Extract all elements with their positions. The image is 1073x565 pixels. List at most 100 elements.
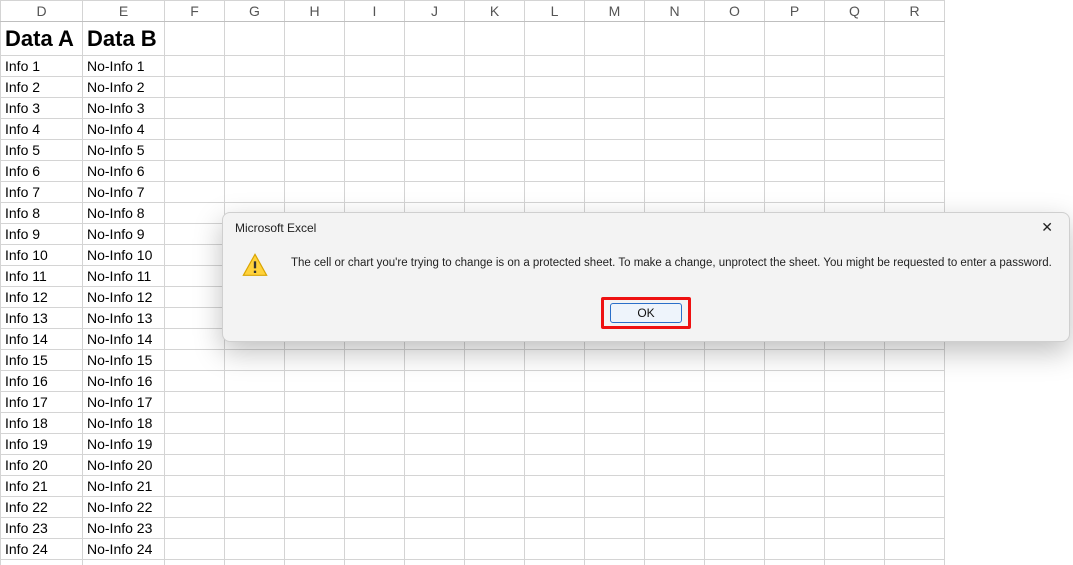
cell[interactable]: [705, 413, 765, 434]
cell[interactable]: [885, 350, 945, 371]
cell[interactable]: [405, 140, 465, 161]
col-header-p[interactable]: P: [765, 1, 825, 22]
cell[interactable]: [885, 518, 945, 539]
cell[interactable]: [285, 22, 345, 56]
cell[interactable]: [345, 413, 405, 434]
cell[interactable]: Info 25: [1, 560, 83, 565]
col-header-k[interactable]: K: [465, 1, 525, 22]
cell[interactable]: [345, 497, 405, 518]
cell[interactable]: No-Info 16: [83, 371, 165, 392]
cell[interactable]: [465, 22, 525, 56]
cell[interactable]: [645, 455, 705, 476]
cell[interactable]: [285, 539, 345, 560]
cell[interactable]: [285, 518, 345, 539]
cell[interactable]: [525, 560, 585, 565]
cell[interactable]: Info 12: [1, 287, 83, 308]
cell[interactable]: [285, 371, 345, 392]
cell[interactable]: [405, 182, 465, 203]
cell[interactable]: [705, 119, 765, 140]
cell[interactable]: [285, 413, 345, 434]
cell[interactable]: [645, 119, 705, 140]
cell[interactable]: [465, 350, 525, 371]
cell[interactable]: [525, 455, 585, 476]
cell[interactable]: [405, 56, 465, 77]
cell[interactable]: [405, 77, 465, 98]
cell[interactable]: [165, 371, 225, 392]
cell[interactable]: [225, 77, 285, 98]
cell[interactable]: [525, 518, 585, 539]
cell[interactable]: No-Info 17: [83, 392, 165, 413]
cell[interactable]: [705, 140, 765, 161]
cell[interactable]: [285, 161, 345, 182]
cell[interactable]: [645, 22, 705, 56]
cell[interactable]: [585, 518, 645, 539]
cell[interactable]: No-Info 8: [83, 203, 165, 224]
cell[interactable]: [825, 350, 885, 371]
cell[interactable]: [165, 224, 225, 245]
cell[interactable]: [225, 434, 285, 455]
cell[interactable]: [525, 161, 585, 182]
cell[interactable]: [465, 56, 525, 77]
cell[interactable]: [585, 22, 645, 56]
cell[interactable]: Info 3: [1, 98, 83, 119]
cell[interactable]: [645, 539, 705, 560]
cell[interactable]: [825, 77, 885, 98]
cell[interactable]: [585, 119, 645, 140]
cell[interactable]: [705, 98, 765, 119]
cell[interactable]: [165, 518, 225, 539]
cell[interactable]: No-Info 25: [83, 560, 165, 565]
col-header-j[interactable]: J: [405, 1, 465, 22]
cell[interactable]: [765, 434, 825, 455]
cell[interactable]: [525, 77, 585, 98]
cell[interactable]: [825, 182, 885, 203]
cell[interactable]: [765, 392, 825, 413]
cell[interactable]: [345, 140, 405, 161]
cell[interactable]: [765, 22, 825, 56]
cell[interactable]: [165, 119, 225, 140]
cell[interactable]: [285, 455, 345, 476]
cell[interactable]: No-Info 2: [83, 77, 165, 98]
cell[interactable]: [225, 182, 285, 203]
cell[interactable]: [585, 455, 645, 476]
cell[interactable]: [405, 434, 465, 455]
col-header-m[interactable]: M: [585, 1, 645, 22]
cell[interactable]: [765, 539, 825, 560]
cell[interactable]: [885, 539, 945, 560]
cell[interactable]: [345, 182, 405, 203]
cell[interactable]: [885, 434, 945, 455]
cell[interactable]: [825, 413, 885, 434]
col-header-f[interactable]: F: [165, 1, 225, 22]
cell[interactable]: [585, 539, 645, 560]
cell[interactable]: [225, 413, 285, 434]
cell[interactable]: Info 6: [1, 161, 83, 182]
cell[interactable]: [165, 266, 225, 287]
cell[interactable]: [645, 434, 705, 455]
cell[interactable]: [405, 560, 465, 565]
cell[interactable]: [885, 476, 945, 497]
col-header-g[interactable]: G: [225, 1, 285, 22]
cell[interactable]: [165, 350, 225, 371]
cell[interactable]: [645, 497, 705, 518]
cell[interactable]: [225, 350, 285, 371]
cell[interactable]: [645, 350, 705, 371]
cell[interactable]: [465, 539, 525, 560]
col-header-r[interactable]: R: [885, 1, 945, 22]
cell[interactable]: [585, 371, 645, 392]
cell[interactable]: No-Info 10: [83, 245, 165, 266]
cell[interactable]: Info 14: [1, 329, 83, 350]
cell[interactable]: [885, 161, 945, 182]
cell[interactable]: [765, 56, 825, 77]
cell[interactable]: [585, 77, 645, 98]
cell[interactable]: [165, 77, 225, 98]
cell[interactable]: [765, 77, 825, 98]
cell[interactable]: [225, 497, 285, 518]
cell[interactable]: [765, 182, 825, 203]
cell[interactable]: [225, 140, 285, 161]
cell[interactable]: [225, 22, 285, 56]
cell[interactable]: [285, 476, 345, 497]
cell[interactable]: [345, 476, 405, 497]
cell[interactable]: [825, 518, 885, 539]
cell[interactable]: No-Info 21: [83, 476, 165, 497]
col-header-n[interactable]: N: [645, 1, 705, 22]
cell[interactable]: [405, 371, 465, 392]
